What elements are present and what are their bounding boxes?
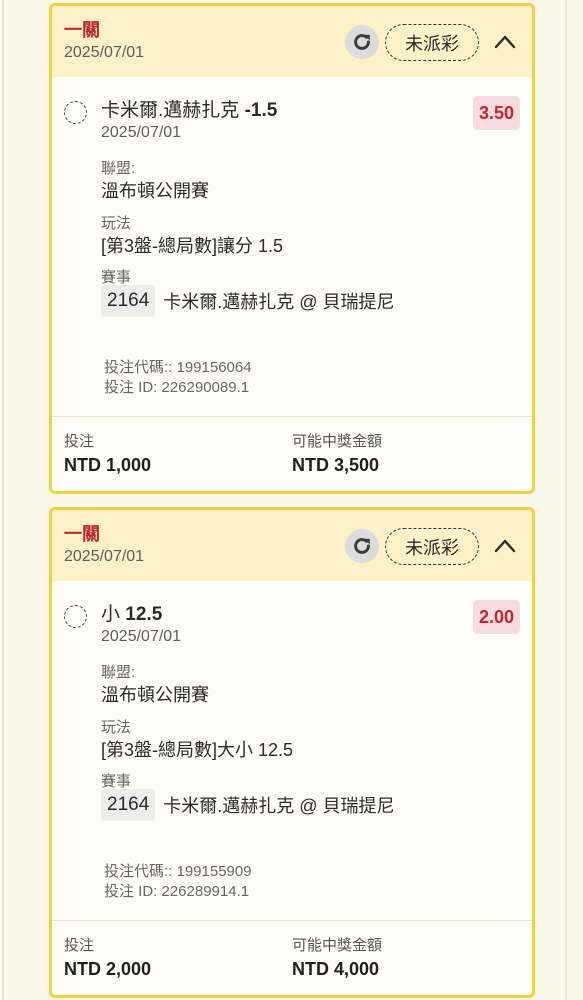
league-label: 聯盟: xyxy=(101,160,136,177)
selection-name: 卡米爾.邁赫扎克 -1.5 xyxy=(101,99,277,123)
bet-code: 投注代碼:: 199156064 xyxy=(104,359,252,376)
event-name: 卡米爾.邁赫扎克 @ 貝瑞提尼 xyxy=(163,292,395,312)
bet-header-date: 2025/07/01 xyxy=(64,44,145,61)
bet-card-header[interactable]: 一關 2025/07/01 未派彩 xyxy=(52,510,532,581)
stake-value: NTD 2,000 xyxy=(64,959,152,979)
chevron-up-icon[interactable] xyxy=(493,31,517,53)
payout-label: 可能中獎金額 xyxy=(292,433,383,450)
bet-code: 投注代碼:: 199155909 xyxy=(104,863,252,880)
event-id-badge: 2164 xyxy=(101,285,156,317)
bet-card-footer: 投注 NTD 1,000 可能中獎金額 NTD 3,500 xyxy=(52,416,532,491)
odds-badge: 3.50 xyxy=(472,96,520,130)
league-value: 溫布頓公開賽 xyxy=(101,685,209,705)
event-id-badge: 2164 xyxy=(101,789,156,821)
bet-stage-label: 一關 xyxy=(64,524,100,544)
bet-card-header[interactable]: 一關 2025/07/01 未派彩 xyxy=(52,6,532,77)
market-label: 玩法 xyxy=(101,719,132,736)
bet-header-date: 2025/07/01 xyxy=(64,548,145,565)
stake-label: 投注 xyxy=(64,937,95,954)
event-row: 2164 卡米爾.邁赫扎克 @ 貝瑞提尼 xyxy=(101,789,395,821)
selection-team: 卡米爾.邁赫扎克 xyxy=(101,100,245,121)
left-edge-divider xyxy=(2,0,4,1000)
chevron-up-icon[interactable] xyxy=(493,535,517,557)
stake-label: 投注 xyxy=(64,433,95,450)
bet-card-body: 小 12.5 2.00 2025/07/01 聯盟: 溫布頓公開賽 玩法 [第3… xyxy=(52,581,532,923)
bet-history-list: 一關 2025/07/01 未派彩 卡米爾.邁赫扎克 -1.5 3.50 202… xyxy=(0,0,583,1000)
selection-handicap: 12.5 xyxy=(125,604,163,625)
market-label: 玩法 xyxy=(101,215,132,232)
event-label: 賽事 xyxy=(101,269,132,286)
selection-team: 小 xyxy=(101,604,126,625)
settlement-status-badge: 未派彩 xyxy=(385,528,479,565)
bet-id: 投注 ID: 226290089.1 xyxy=(104,379,250,396)
market-value: [第3盤-總局數]讓分 1.5 xyxy=(101,236,284,256)
stake-value: NTD 1,000 xyxy=(64,455,152,475)
radio-unchecked-icon[interactable] xyxy=(64,101,87,124)
refresh-icon xyxy=(354,34,370,50)
payout-value: NTD 4,000 xyxy=(292,959,380,979)
selection-name: 小 12.5 xyxy=(101,603,162,627)
event-row: 2164 卡米爾.邁赫扎克 @ 貝瑞提尼 xyxy=(101,285,395,317)
odds-badge: 2.00 xyxy=(472,600,520,634)
refresh-button[interactable] xyxy=(345,529,379,563)
bet-card: 一關 2025/07/01 未派彩 小 12.5 2.00 2025/07/01… xyxy=(49,507,535,998)
event-name: 卡米爾.邁赫扎克 @ 貝瑞提尼 xyxy=(163,796,395,816)
league-label: 聯盟: xyxy=(101,664,136,681)
bet-stage-label: 一關 xyxy=(64,20,100,40)
payout-label: 可能中獎金額 xyxy=(292,937,383,954)
refresh-button[interactable] xyxy=(345,25,379,59)
bet-id: 投注 ID: 226289914.1 xyxy=(104,883,250,900)
selection-handicap: -1.5 xyxy=(244,100,278,121)
bet-card-footer: 投注 NTD 2,000 可能中獎金額 NTD 4,000 xyxy=(52,920,532,995)
selection-date: 2025/07/01 xyxy=(101,124,182,141)
event-label: 賽事 xyxy=(101,773,132,790)
radio-unchecked-icon[interactable] xyxy=(64,605,87,628)
payout-value: NTD 3,500 xyxy=(292,455,380,475)
settlement-status-badge: 未派彩 xyxy=(385,24,479,61)
market-value: [第3盤-總局數]大小 12.5 xyxy=(101,740,294,760)
league-value: 溫布頓公開賽 xyxy=(101,181,209,201)
refresh-icon xyxy=(354,538,370,554)
bet-card: 一關 2025/07/01 未派彩 卡米爾.邁赫扎克 -1.5 3.50 202… xyxy=(49,3,535,494)
selection-date: 2025/07/01 xyxy=(101,628,182,645)
right-edge-divider xyxy=(565,0,567,1000)
bet-card-body: 卡米爾.邁赫扎克 -1.5 3.50 2025/07/01 聯盟: 溫布頓公開賽… xyxy=(52,77,532,419)
